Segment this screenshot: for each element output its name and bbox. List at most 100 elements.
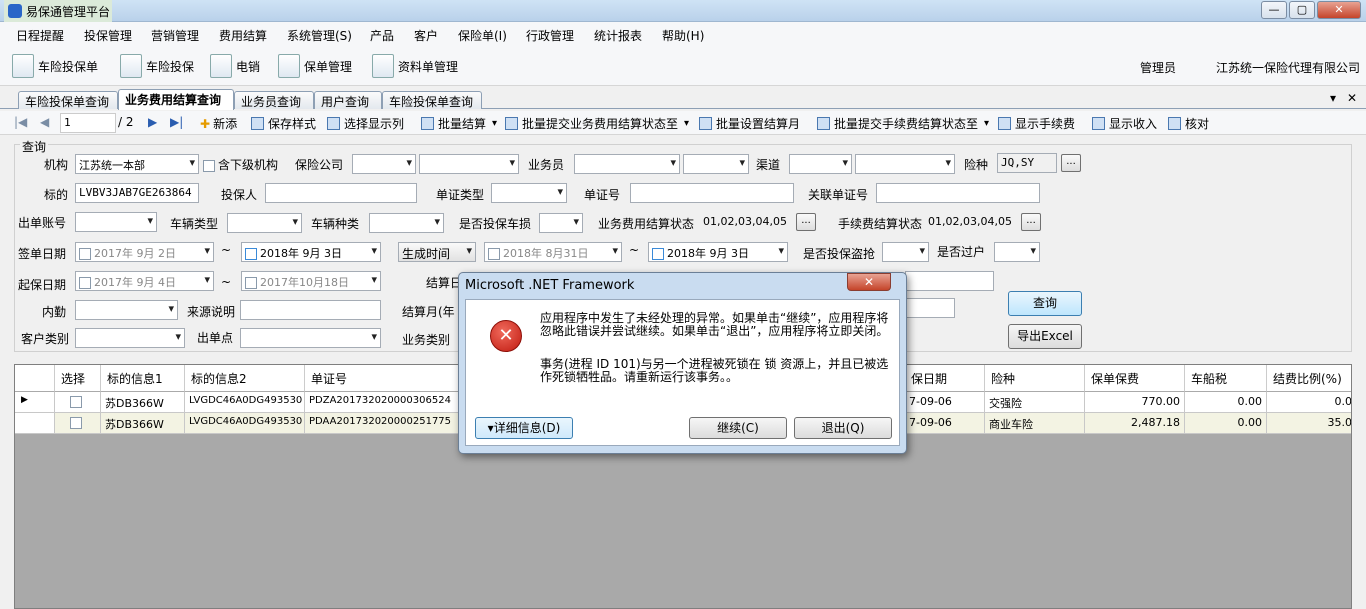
vehicle-type-select[interactable] xyxy=(227,213,302,233)
car-proposal-button[interactable]: 车险投保单 xyxy=(12,54,98,78)
fee-status-picker-button[interactable]: ... xyxy=(1021,213,1041,231)
sign-date-to[interactable]: 2018年 9月 3日 xyxy=(241,242,381,262)
include-sub-checkbox[interactable]: 含下级机构 xyxy=(203,156,278,173)
next-page-button[interactable]: ▶ xyxy=(148,115,157,129)
row-select-checkbox[interactable] xyxy=(55,392,101,413)
customer-type-select[interactable] xyxy=(75,328,185,348)
org-select[interactable]: 江苏统一本部 xyxy=(75,154,199,174)
col-header-risk[interactable]: 险种 xyxy=(985,365,1085,392)
subject-input[interactable]: LVBV3JAB7GE263864 xyxy=(75,183,199,203)
select-columns-button[interactable]: 选择显示列 xyxy=(327,115,404,132)
source-input[interactable] xyxy=(240,300,381,320)
cell-risk: 商业车险 xyxy=(985,413,1085,434)
col-header-premium[interactable]: 保单保费 xyxy=(1085,365,1185,392)
col-header-info2[interactable]: 标的信息2 xyxy=(185,365,305,392)
batch-set-month-button[interactable]: 批量设置结算月 xyxy=(699,115,800,132)
tab-user-query[interactable]: 用户查询 xyxy=(314,91,382,109)
channel-select[interactable] xyxy=(789,154,852,174)
row-select-checkbox[interactable] xyxy=(55,413,101,434)
show-income-button[interactable]: 显示收入 xyxy=(1092,115,1157,132)
menu-schedule[interactable]: 日程提醒 xyxy=(16,27,64,44)
details-button[interactable]: ▾详细信息(D) xyxy=(475,417,573,439)
first-page-button[interactable]: |◀ xyxy=(14,115,27,129)
export-excel-button[interactable]: 导出Excel xyxy=(1008,324,1082,349)
document-manage-button[interactable]: 资料单管理 xyxy=(372,54,458,78)
transfer-select[interactable] xyxy=(994,242,1040,262)
gen-date-to[interactable]: 2018年 9月 3日 xyxy=(648,242,788,262)
col-header-date[interactable]: 保日期 xyxy=(905,365,985,392)
plus-icon: ✚ xyxy=(200,116,211,131)
menu-admin[interactable]: 行政管理 xyxy=(526,27,574,44)
maximize-button[interactable]: ▢ xyxy=(1289,1,1315,19)
tab-dropdown-icon[interactable]: ▾ xyxy=(1330,91,1336,105)
col-header-select[interactable]: 选择 xyxy=(55,365,101,392)
menu-marketing[interactable]: 营销管理 xyxy=(151,27,199,44)
car-insure-button[interactable]: 车险投保 xyxy=(120,54,194,78)
theft-insured-select[interactable] xyxy=(882,242,929,262)
issue-account-select[interactable] xyxy=(75,212,157,232)
new-button[interactable]: ✚ 新添 xyxy=(200,115,237,132)
last-page-button[interactable]: ▶| xyxy=(170,115,183,129)
inner-select[interactable] xyxy=(75,300,178,320)
tab-car-proposal-query[interactable]: 车险投保单查询 xyxy=(18,91,118,109)
start-date-from[interactable]: 2017年 9月 4日 xyxy=(75,271,214,291)
batch-settle-button[interactable]: 批量结算 ▾ xyxy=(421,115,497,132)
tab-fee-settlement-query[interactable]: 业务费用结算查询 xyxy=(118,89,234,110)
search-button[interactable]: 查询 xyxy=(1008,291,1082,316)
settle-month-label: 结算月(年 xyxy=(402,305,455,319)
col-header-tax[interactable]: 车船税 xyxy=(1185,365,1267,392)
salesman-extra-select[interactable] xyxy=(683,154,749,174)
save-style-button[interactable]: 保存样式 xyxy=(251,115,316,132)
telesales-button[interactable]: 电销 xyxy=(210,54,260,78)
settle-month-input[interactable] xyxy=(905,298,955,318)
show-fee-button[interactable]: 显示手续费 xyxy=(998,115,1075,132)
biz-status-value: 01,02,03,04,05 xyxy=(703,215,787,228)
gen-date-tilde: ~ xyxy=(629,243,640,257)
menu-policy[interactable]: 保险单(I) xyxy=(458,27,507,44)
tab-salesman-query[interactable]: 业务员查询 xyxy=(234,91,314,109)
insured-input[interactable] xyxy=(265,183,417,203)
sign-date-from[interactable]: 2017年 9月 2日 xyxy=(75,242,214,262)
menu-system[interactable]: 系统管理(S) xyxy=(287,27,352,44)
prev-page-button[interactable]: ◀ xyxy=(40,115,49,129)
minimize-button[interactable]: — xyxy=(1261,1,1287,19)
settle-date-input[interactable] xyxy=(905,271,994,291)
col-header-ratio[interactable]: 结费比例(%) xyxy=(1267,365,1351,392)
channel-extra-select[interactable] xyxy=(855,154,955,174)
dialog-close-button[interactable]: ✕ xyxy=(847,273,891,291)
quit-button[interactable]: 退出(Q) xyxy=(794,417,892,439)
tab-car-proposal-query-2[interactable]: 车险投保单查询 xyxy=(382,91,482,109)
menu-help[interactable]: 帮助(H) xyxy=(662,27,704,44)
biz-status-picker-button[interactable]: ... xyxy=(796,213,816,231)
check-button[interactable]: 核对 xyxy=(1168,115,1209,132)
menu-reports[interactable]: 统计报表 xyxy=(594,27,642,44)
insurer-branch-select[interactable] xyxy=(419,154,519,174)
time-type-select[interactable]: 生成时间 xyxy=(398,242,476,262)
doc-type-select[interactable] xyxy=(491,183,567,203)
vehicle-kind-select[interactable] xyxy=(369,213,444,233)
related-no-input[interactable] xyxy=(876,183,1040,203)
gen-date-from[interactable]: 2018年 8月31日 xyxy=(484,242,622,262)
tab-close-icon[interactable]: ✕ xyxy=(1347,91,1357,105)
menu-insure[interactable]: 投保管理 xyxy=(84,27,132,44)
continue-button[interactable]: 继续(C) xyxy=(689,417,787,439)
insurer-select[interactable] xyxy=(352,154,416,174)
close-window-button[interactable]: ✕ xyxy=(1317,1,1361,19)
damage-insured-select[interactable] xyxy=(539,213,583,233)
batch-submit-biz-button[interactable]: 批量提交业务费用结算状态至 ▾ xyxy=(505,115,689,132)
menu-fee-settlement[interactable]: 费用结算 xyxy=(219,27,267,44)
checkbox-icon xyxy=(79,248,91,260)
salesman-select[interactable] xyxy=(574,154,680,174)
issue-point-select[interactable] xyxy=(240,328,381,348)
start-date-tilde: ~ xyxy=(221,275,232,289)
menu-customer[interactable]: 客户 xyxy=(414,27,438,44)
policy-manage-button[interactable]: 保单管理 xyxy=(278,54,352,78)
menu-product[interactable]: 产品 xyxy=(370,27,394,44)
risk-picker-button[interactable]: ... xyxy=(1061,154,1081,172)
page-number-input[interactable]: 1 xyxy=(60,113,116,133)
doc-no-input[interactable] xyxy=(630,183,794,203)
start-date-to[interactable]: 2017年10月18日 xyxy=(241,271,381,291)
settle-date-label: 结算日 xyxy=(426,276,463,290)
col-header-info1[interactable]: 标的信息1 xyxy=(101,365,185,392)
batch-submit-fee-button[interactable]: 批量提交手续费结算状态至 ▾ xyxy=(817,115,989,132)
